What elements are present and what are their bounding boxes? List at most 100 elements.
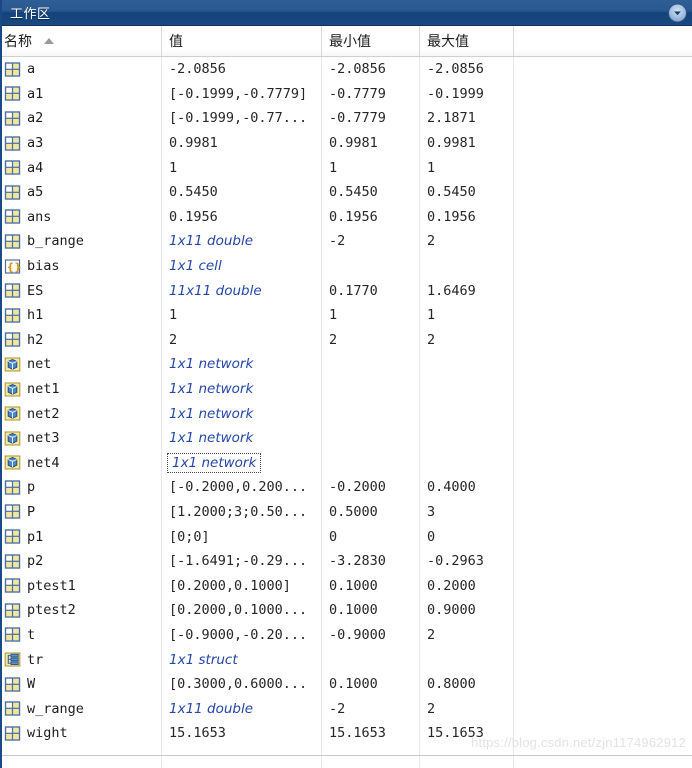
column-header-max[interactable]: 最大值 <box>420 26 514 56</box>
cell-variable-name[interactable]: b_range <box>2 229 162 254</box>
cell-spacer[interactable] <box>514 598 692 623</box>
cell-variable-name[interactable]: ptest2 <box>2 598 162 623</box>
cell-variable-min[interactable]: 0.5000 <box>322 500 420 525</box>
cell-variable-min[interactable]: 1 <box>322 303 420 328</box>
cell-variable-name[interactable]: h1 <box>2 303 162 328</box>
cell-variable-min[interactable]: -3.2830 <box>322 549 420 574</box>
cell-variable-min[interactable] <box>322 352 420 377</box>
cell-spacer[interactable] <box>514 278 692 303</box>
cell-variable-min[interactable]: -0.7779 <box>322 82 420 107</box>
cell-variable-max[interactable]: 0.1956 <box>420 205 514 230</box>
cell-variable-name[interactable]: tr <box>2 647 162 672</box>
cell-variable-min[interactable]: -2 <box>322 229 420 254</box>
cell-variable-name[interactable]: a2 <box>2 106 162 131</box>
cell-variable-min[interactable]: -2 <box>322 696 420 721</box>
cell-variable-max[interactable]: 0.4000 <box>420 475 514 500</box>
cell-spacer[interactable] <box>514 401 692 426</box>
cell-variable-name[interactable]: p1 <box>2 524 162 549</box>
table-row[interactable]: net3 1x1 network <box>2 426 692 451</box>
cell-spacer[interactable] <box>514 623 692 648</box>
cell-variable-max[interactable]: 0.2000 <box>420 573 514 598</box>
cell-variable-value[interactable]: [1.2000;3;0.50... <box>162 500 322 525</box>
cell-variable-value[interactable]: 1x1 network <box>162 377 322 402</box>
cell-variable-name[interactable]: h2 <box>2 328 162 353</box>
cell-spacer[interactable] <box>514 549 692 574</box>
cell-variable-value[interactable]: 15.1653 <box>162 721 322 746</box>
cell-variable-max[interactable]: 2 <box>420 328 514 353</box>
table-row[interactable]: p [-0.2000,0.200... -0.2000 0.4000 <box>2 475 692 500</box>
table-row[interactable]: {} bias 1x1 cell <box>2 254 692 279</box>
table-row[interactable]: tr 1x1 struct <box>2 647 692 672</box>
table-row[interactable]: P [1.2000;3;0.50... 0.5000 3 <box>2 500 692 525</box>
cell-variable-max[interactable] <box>420 352 514 377</box>
table-row[interactable]: a4 1 1 1 <box>2 155 692 180</box>
cell-spacer[interactable] <box>514 131 692 156</box>
cell-variable-min[interactable] <box>322 451 420 476</box>
cell-variable-max[interactable]: 2 <box>420 623 514 648</box>
cell-variable-value[interactable]: [0.2000,0.1000... <box>162 598 322 623</box>
cell-variable-max[interactable] <box>420 451 514 476</box>
cell-variable-max[interactable]: 1.6469 <box>420 278 514 303</box>
cell-variable-value[interactable]: 1x1 struct <box>162 647 322 672</box>
cell-spacer[interactable] <box>514 254 692 279</box>
cell-variable-max[interactable] <box>420 377 514 402</box>
table-row[interactable]: a5 0.5450 0.5450 0.5450 <box>2 180 692 205</box>
table-row[interactable]: ans 0.1956 0.1956 0.1956 <box>2 205 692 230</box>
cell-variable-min[interactable] <box>322 426 420 451</box>
cell-variable-value[interactable]: 1x11 double <box>162 696 322 721</box>
cell-spacer[interactable] <box>514 377 692 402</box>
cell-spacer[interactable] <box>514 524 692 549</box>
cell-variable-min[interactable]: 0 <box>322 524 420 549</box>
cell-variable-max[interactable] <box>420 254 514 279</box>
cell-variable-name[interactable]: ES <box>2 278 162 303</box>
table-row[interactable]: t [-0.9000,-0.20... -0.9000 2 <box>2 623 692 648</box>
cell-variable-value[interactable]: [-1.6491;-0.29... <box>162 549 322 574</box>
cell-variable-max[interactable]: 0 <box>420 524 514 549</box>
cell-variable-name[interactable]: t <box>2 623 162 648</box>
cell-variable-min[interactable] <box>322 647 420 672</box>
cell-variable-value[interactable]: [-0.1999,-0.7779] <box>162 82 322 107</box>
cell-variable-value[interactable]: [-0.1999,-0.77... <box>162 106 322 131</box>
cell-variable-max[interactable]: -0.1999 <box>420 82 514 107</box>
cell-variable-min[interactable]: -0.7779 <box>322 106 420 131</box>
cell-variable-name[interactable]: wight <box>2 721 162 746</box>
cell-variable-min[interactable]: 1 <box>322 155 420 180</box>
cell-variable-min[interactable]: 2 <box>322 328 420 353</box>
cell-variable-min[interactable]: -2.0856 <box>322 57 420 82</box>
cell-variable-min[interactable]: 0.1770 <box>322 278 420 303</box>
cell-variable-name[interactable]: net2 <box>2 401 162 426</box>
cell-variable-value[interactable]: [0.3000,0.6000... <box>162 672 322 697</box>
table-row[interactable]: p1 [0;0] 0 0 <box>2 524 692 549</box>
cell-variable-min[interactable]: -0.2000 <box>322 475 420 500</box>
table-row[interactable]: ptest2 [0.2000,0.1000... 0.1000 0.9000 <box>2 598 692 623</box>
cell-variable-name[interactable]: net <box>2 352 162 377</box>
column-header-name[interactable]: 名称 <box>2 26 162 56</box>
cell-spacer[interactable] <box>514 426 692 451</box>
column-header-min[interactable]: 最小值 <box>322 26 420 56</box>
cell-variable-min[interactable]: 0.5450 <box>322 180 420 205</box>
cell-spacer[interactable] <box>514 328 692 353</box>
cell-spacer[interactable] <box>514 352 692 377</box>
table-row[interactable]: a1 [-0.1999,-0.7779] -0.7779 -0.1999 <box>2 82 692 107</box>
cell-variable-max[interactable]: 1 <box>420 303 514 328</box>
cell-spacer[interactable] <box>514 573 692 598</box>
cell-spacer[interactable] <box>514 106 692 131</box>
cell-variable-value[interactable]: [0.2000,0.1000] <box>162 573 322 598</box>
column-header-value[interactable]: 值 <box>162 26 322 56</box>
cell-variable-value[interactable]: 11x11 double <box>162 278 322 303</box>
cell-spacer[interactable] <box>514 229 692 254</box>
table-row[interactable]: b_range 1x11 double -2 2 <box>2 229 692 254</box>
column-header-spacer[interactable] <box>514 26 692 56</box>
cell-variable-max[interactable]: -2.0856 <box>420 57 514 82</box>
cell-spacer[interactable] <box>514 475 692 500</box>
table-row[interactable]: h1 1 1 1 <box>2 303 692 328</box>
cell-variable-value[interactable]: [0;0] <box>162 524 322 549</box>
cell-variable-value[interactable]: 1 <box>162 303 322 328</box>
cell-spacer[interactable] <box>514 82 692 107</box>
table-row[interactable]: ptest1 [0.2000,0.1000] 0.1000 0.2000 <box>2 573 692 598</box>
cell-variable-name[interactable]: p <box>2 475 162 500</box>
cell-variable-name[interactable]: w_range <box>2 696 162 721</box>
table-row[interactable]: a3 0.9981 0.9981 0.9981 <box>2 131 692 156</box>
cell-variable-max[interactable]: 0.9981 <box>420 131 514 156</box>
table-row[interactable]: ES 11x11 double 0.1770 1.6469 <box>2 278 692 303</box>
